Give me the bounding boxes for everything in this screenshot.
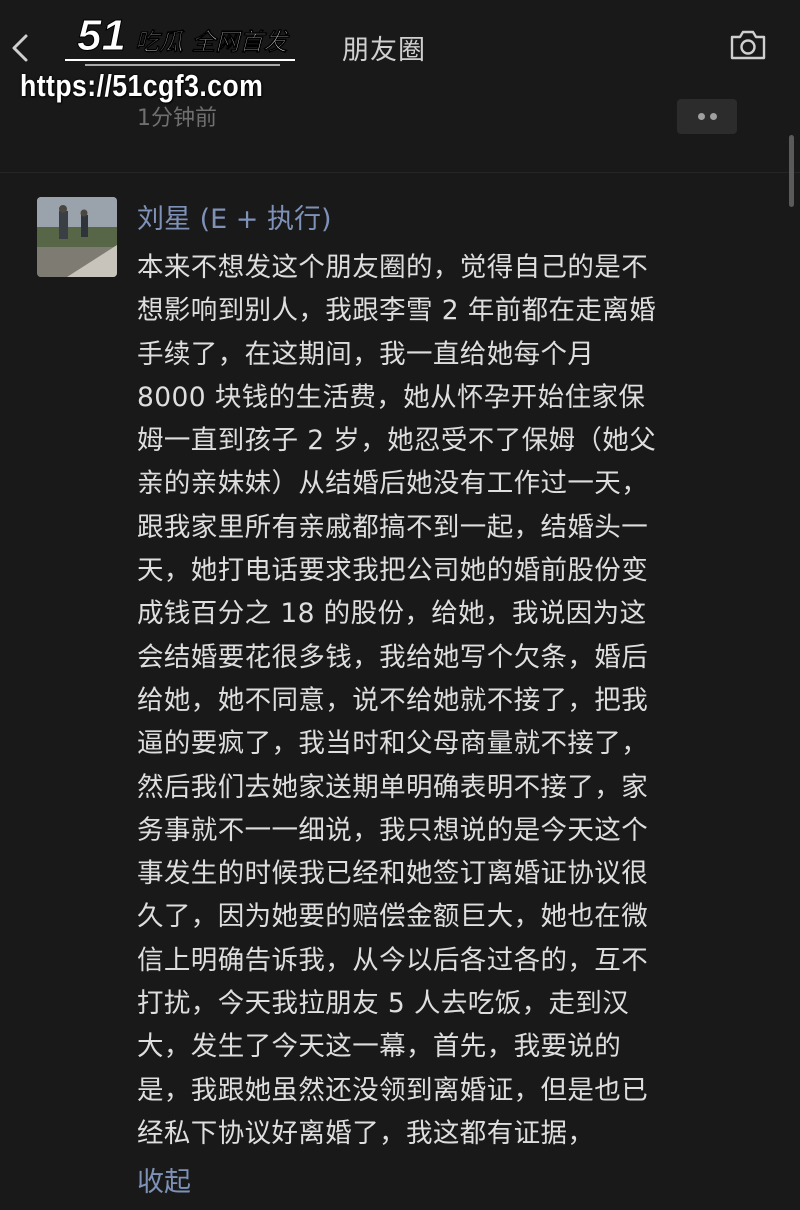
post-divider [0,172,800,173]
avatar[interactable] [37,197,117,277]
more-options-button[interactable] [677,99,737,134]
post-text-line: 给她，她不同意，说不给她就不接了，把我 [137,684,649,716]
post-text-line: 是，我跟她虽然还没领到离婚证，但是也已 [137,1074,649,1106]
more-dots-icon [698,113,705,120]
more-dots-icon-dot [710,113,717,120]
post-text-line: 信上明确告诉我，从今以后各过各的，互不 [137,944,649,976]
chevron-left-icon[interactable] [6,28,36,68]
post-text-line: 姆一直到孩子 2 岁，她忍受不了保姆（她父 [137,425,657,457]
svg-text:吃瓜 全网首发: 吃瓜 全网首发 [135,28,290,56]
watermark-logo: 51 吃瓜 全网首发 [65,11,295,66]
page-title: 朋友圈 [342,35,426,66]
post-text-line: 经私下协议好离婚了，我这都有证据， [137,1117,595,1149]
top-bar: 51 吃瓜 全网首发 https://51cgf3.com 朋友圈 [0,0,800,103]
post-text-line: 跟我家里所有亲戚都搞不到一起，结婚头一 [137,511,649,543]
post-text-line: 本来不想发这个朋友圈的，觉得自己的是不 [137,252,649,283]
post-text-line: 事发生的时候我已经和她签订离婚证协议很 [137,858,649,890]
scrollbar[interactable] [789,135,794,207]
post-text-line: 然后我们去她家送期单明确表明不接了，家 [137,771,649,803]
post-text-line: 务事就不一一细说，我只想说的是今天这个 [137,814,649,846]
collapse-link[interactable]: 收起 [137,1160,191,1199]
post-text-line: 久了，因为她要的赔偿金额巨大，她也在微 [137,901,649,933]
avatar-image [37,197,117,277]
post-text-line: 逼的要疯了，我当时和父母商量就不接了， [137,728,649,760]
post-timestamp: 1分钟前 [137,106,217,131]
post-text-line: 亲的亲妹妹）从结婚后她没有工作过一天， [137,468,649,500]
post-text-line: 大，发生了今天这一幕，首先，我要说的 [137,1031,622,1063]
camera-icon[interactable] [728,28,768,62]
post-text-line: 成钱百分之 18 的股份，给她，我说因为这 [137,598,647,630]
post-text-line: 手续了，在这期间，我一直给她每个月 [137,338,595,370]
post-text-line: 会结婚要花很多钱，我给她写个欠条，婚后 [137,641,649,673]
watermark-url: https://51cgf3.com [20,68,264,103]
svg-text:51: 51 [77,11,126,60]
post-text-line: 想影响到别人，我跟李雪 2 年前都在走离婚 [137,295,657,327]
post-content: 本来不想发这个朋友圈的，觉得自己的是不 想影响到别人，我跟李雪 2 年前都在走离… [137,246,737,1155]
post-text-line: 打扰，今天我拉朋友 5 人去吃饭，走到汉 [137,988,630,1020]
post-author-name[interactable]: 刘星 (E + 执行) [137,197,332,236]
post-text-line: 天，她打电话要求我把公司她的婚前股份变 [137,555,649,587]
post-text-line: 8000 块钱的生活费，她从怀孕开始住家保 [137,381,646,413]
